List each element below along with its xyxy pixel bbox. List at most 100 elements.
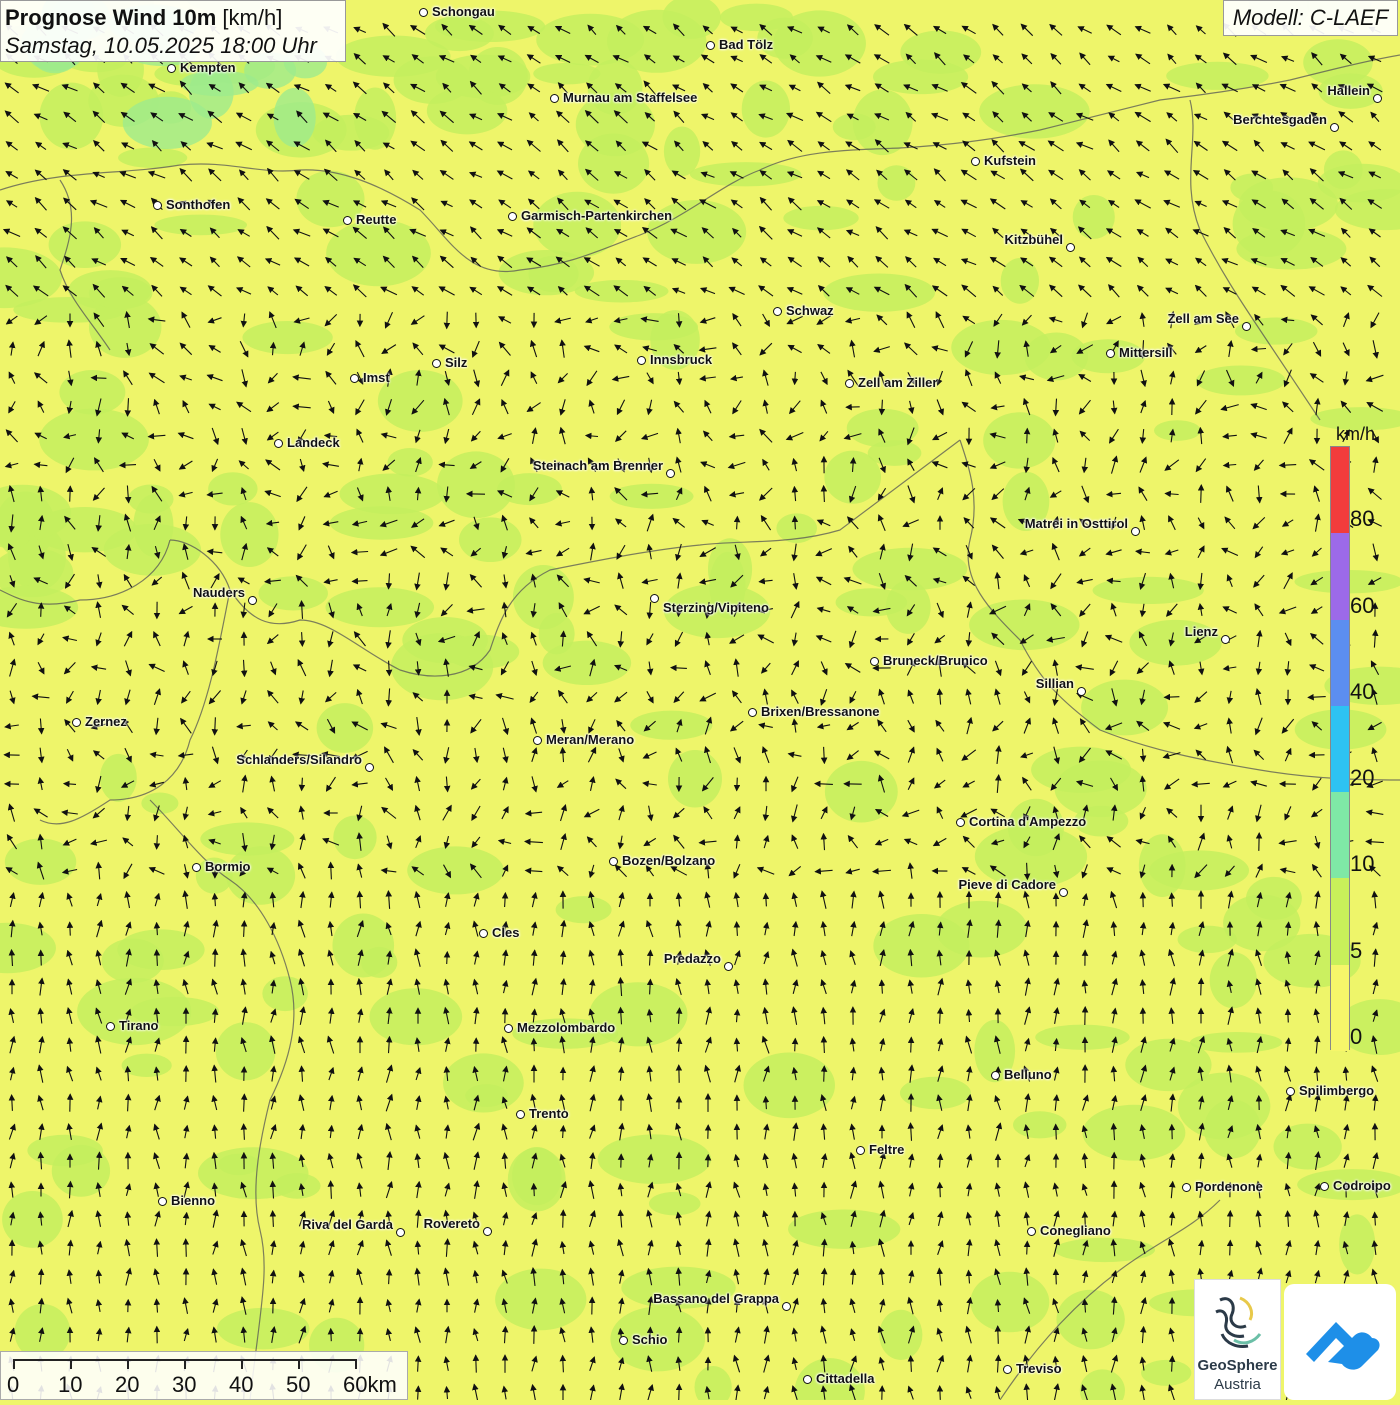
city-label[interactable]: Pieve di Cadore [958,877,1056,892]
city-marker-icon[interactable] [1106,349,1115,358]
city-marker-icon[interactable] [956,818,965,827]
city-label[interactable]: Kempten [180,60,236,75]
city-label[interactable]: Cittadella [816,1371,875,1386]
city-marker-icon[interactable] [533,736,542,745]
city-marker-icon[interactable] [1027,1227,1036,1236]
city-label[interactable]: Murnau am Staffelsee [563,90,697,105]
city-label[interactable]: Kufstein [984,153,1036,168]
city-label[interactable]: Pordenone [1195,1179,1263,1194]
city-label[interactable]: Rovereto [424,1216,480,1231]
city-label[interactable]: Bruneck/Brunico [883,653,988,668]
city-label[interactable]: Lienz [1185,624,1218,639]
city-marker-icon[interactable] [1221,635,1230,644]
city-marker-icon[interactable] [1330,123,1339,132]
city-marker-icon[interactable] [706,41,715,50]
city-marker-icon[interactable] [153,201,162,210]
city-marker-icon[interactable] [432,359,441,368]
city-marker-icon[interactable] [803,1375,812,1384]
city-marker-icon[interactable] [1373,94,1382,103]
city-label[interactable]: Sillian [1036,676,1074,691]
city-label[interactable]: Codroipo [1333,1178,1391,1193]
city-marker-icon[interactable] [971,157,980,166]
city-marker-icon[interactable] [870,657,879,666]
city-marker-icon[interactable] [167,64,176,73]
city-marker-icon[interactable] [991,1071,1000,1080]
city-label[interactable]: Feltre [869,1142,904,1157]
city-marker-icon[interactable] [106,1022,115,1031]
city-marker-icon[interactable] [516,1110,525,1119]
city-marker-icon[interactable] [1320,1182,1329,1191]
city-marker-icon[interactable] [274,439,283,448]
city-marker-icon[interactable] [396,1228,405,1237]
city-label[interactable]: Brixen/Bressanone [761,704,880,719]
city-label[interactable]: Kitzbühel [1005,232,1064,247]
city-label[interactable]: Berchtesgaden [1233,112,1327,127]
city-marker-icon[interactable] [72,718,81,727]
city-marker-icon[interactable] [365,763,374,772]
city-marker-icon[interactable] [619,1336,628,1345]
city-marker-icon[interactable] [508,212,517,221]
city-label[interactable]: Treviso [1016,1361,1062,1376]
city-label[interactable]: Garmisch-Partenkirchen [521,208,672,223]
city-label[interactable]: Schlanders/Silandro [236,752,362,767]
city-marker-icon[interactable] [343,216,352,225]
city-label[interactable]: Meran/Merano [546,732,634,747]
city-marker-icon[interactable] [1059,888,1068,897]
city-marker-icon[interactable] [350,374,359,383]
city-label[interactable]: Schwaz [786,303,834,318]
city-label[interactable]: Mittersill [1119,345,1172,360]
city-marker-icon[interactable] [856,1146,865,1155]
city-label[interactable]: Zell am Ziller [858,375,937,390]
city-marker-icon[interactable] [479,929,488,938]
city-marker-icon[interactable] [724,962,733,971]
city-label[interactable]: Hallein [1327,83,1370,98]
city-marker-icon[interactable] [1077,687,1086,696]
city-label[interactable]: Cortina d'Ampezzo [969,814,1086,829]
city-label[interactable]: Riva del Garda [302,1217,393,1232]
city-label[interactable]: Matrei in Osttirol [1025,516,1128,531]
city-marker-icon[interactable] [419,8,428,17]
city-marker-icon[interactable] [782,1302,791,1311]
city-marker-icon[interactable] [192,863,201,872]
city-marker-icon[interactable] [248,596,257,605]
city-label[interactable]: Bassano del Grappa [653,1291,779,1306]
city-marker-icon[interactable] [773,307,782,316]
city-label[interactable]: Bormio [205,859,251,874]
city-label[interactable]: Belluno [1004,1067,1052,1082]
city-marker-icon[interactable] [1003,1365,1012,1374]
city-label[interactable]: Tirano [119,1018,159,1033]
city-label[interactable]: Reutte [356,212,396,227]
city-label[interactable]: Bienno [171,1193,215,1208]
city-label[interactable]: Bad Tölz [719,37,773,52]
city-marker-icon[interactable] [650,594,659,603]
city-marker-icon[interactable] [1242,322,1251,331]
city-label[interactable]: Zernez [85,714,127,729]
city-label[interactable]: Cles [492,925,519,940]
city-marker-icon[interactable] [1286,1087,1295,1096]
city-label[interactable]: Steinach am Brenner [533,458,663,473]
city-marker-icon[interactable] [550,94,559,103]
city-label[interactable]: Innsbruck [650,352,712,367]
city-label[interactable]: Nauders [193,585,245,600]
city-marker-icon[interactable] [845,379,854,388]
city-label[interactable]: Sonthofen [166,197,230,212]
city-label[interactable]: Schongau [432,4,495,19]
city-label[interactable]: Landeck [287,435,340,450]
city-label[interactable]: Zell am See [1167,311,1239,326]
city-marker-icon[interactable] [637,356,646,365]
city-marker-icon[interactable] [609,857,618,866]
city-label[interactable]: Trento [529,1106,569,1121]
city-marker-icon[interactable] [748,708,757,717]
city-marker-icon[interactable] [666,469,675,478]
city-marker-icon[interactable] [1131,527,1140,536]
city-label[interactable]: Silz [445,355,467,370]
city-marker-icon[interactable] [158,1197,167,1206]
city-label[interactable]: Bozen/Bolzano [622,853,715,868]
city-label[interactable]: Spilimbergo [1299,1083,1374,1098]
city-label[interactable]: Conegliano [1040,1223,1111,1238]
city-label[interactable]: Predazzo [664,951,721,966]
city-label[interactable]: Mezzolombardo [517,1020,615,1035]
city-marker-icon[interactable] [483,1227,492,1236]
city-label[interactable]: Schio [632,1332,667,1347]
city-marker-icon[interactable] [504,1024,513,1033]
